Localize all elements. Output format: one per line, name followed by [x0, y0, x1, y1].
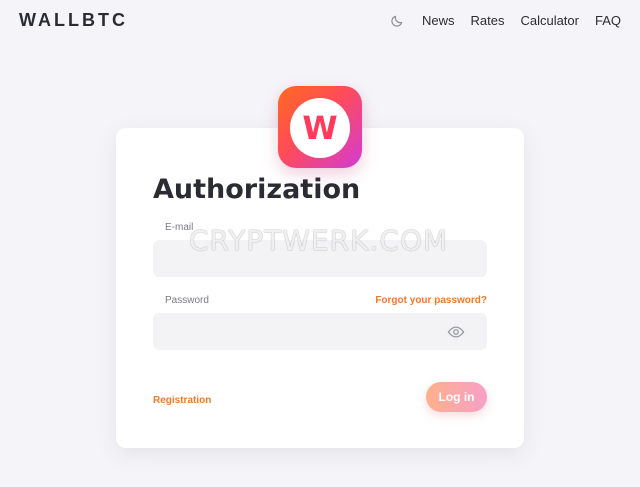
app-logo-letter: W [290, 98, 350, 158]
email-field[interactable] [153, 240, 487, 277]
email-field-wrap [153, 240, 487, 277]
nav-calculator[interactable]: Calculator [520, 13, 579, 28]
nav-rates[interactable]: Rates [470, 13, 504, 28]
eye-icon[interactable] [447, 323, 465, 341]
nav-faq[interactable]: FAQ [595, 13, 621, 28]
forgot-password-link[interactable]: Forgot your password? [375, 295, 487, 306]
main-nav: News Rates Calculator FAQ [390, 13, 621, 28]
site-logo[interactable]: WALLBTC [19, 10, 128, 31]
moon-icon[interactable] [390, 14, 404, 28]
app-logo-icon: W [278, 86, 362, 168]
password-label: Password [165, 295, 209, 306]
password-field[interactable] [153, 313, 487, 350]
nav-news[interactable]: News [422, 13, 455, 28]
login-button[interactable]: Log in [426, 382, 487, 412]
password-field-wrap [153, 313, 487, 350]
registration-link[interactable]: Registration [153, 395, 211, 406]
site-header: WALLBTC News Rates Calculator FAQ [0, 0, 640, 44]
page-title: Authorization [153, 174, 361, 205]
email-label: E-mail [165, 222, 194, 233]
